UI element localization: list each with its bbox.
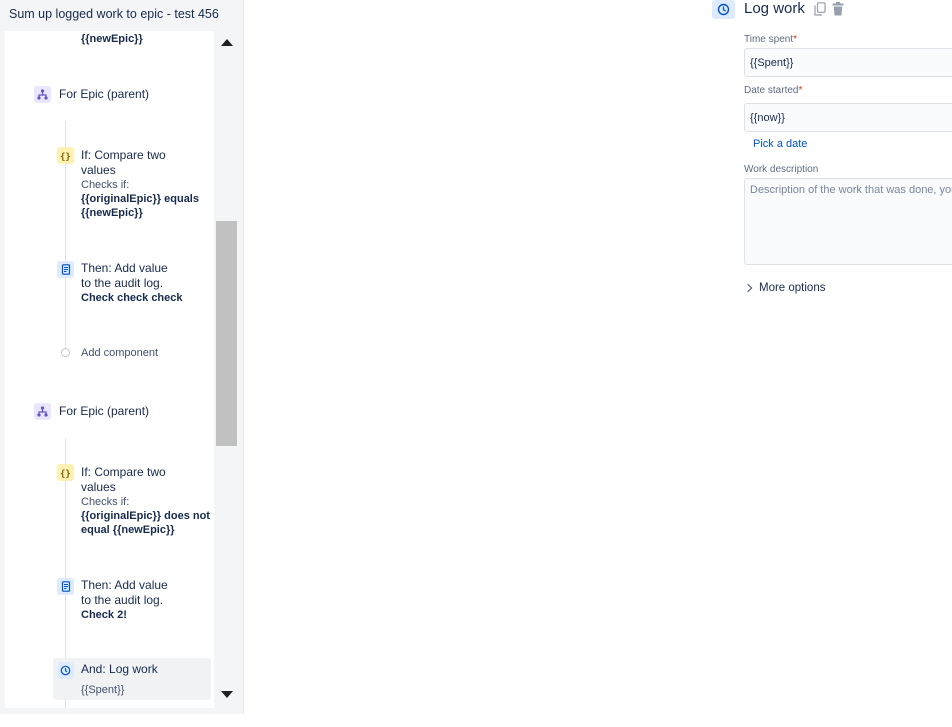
rule-title: Sum up logged work to epic - test 456 [9, 7, 219, 21]
condition-expr2: equal {{newEpic}} [81, 524, 175, 536]
log-work-title: Log work [744, 0, 805, 17]
add-component-label: Add component [81, 347, 159, 359]
condition-expr1: {{originalEpic}} equals [81, 193, 199, 205]
condition-compare-2[interactable]: {} If: Compare two values Checks if: {{o… [5, 464, 214, 539]
rule-panel: Sum up logged work to epic - test 456 {{… [0, 0, 244, 714]
date-started-label: Date started* [744, 85, 803, 96]
chevron-right-icon [743, 283, 753, 293]
action-line2: to the audit log. [81, 276, 164, 290]
action-audit-log-2[interactable]: Then: Add value to the audit log. Check … [5, 577, 214, 627]
required-marker: * [793, 34, 797, 45]
branch-icon [34, 403, 51, 420]
condition-line2: values [81, 480, 116, 494]
time-spent-label: Time spent* [744, 34, 797, 45]
more-options-toggle[interactable]: More options [743, 282, 826, 294]
action-line1: Then: Add value [81, 578, 168, 592]
pick-a-date-link[interactable]: Pick a date [753, 138, 807, 150]
action-line2: to the audit log. [81, 593, 164, 607]
svg-text:{}: {} [60, 152, 71, 161]
rule-component-list[interactable]: {{newEpic}} For Epic (parent) {} If: Com… [5, 31, 214, 708]
action-detail: Check check check [81, 292, 183, 304]
condition-compare-1[interactable]: {} If: Compare two values Checks if: {{o… [5, 147, 214, 222]
branch-for-epic-1[interactable]: For Epic (parent) [5, 85, 214, 105]
branch-icon [34, 86, 51, 103]
action-audit-log-1[interactable]: Then: Add value to the audit log. Check … [5, 260, 214, 310]
braces-icon: {} [57, 147, 74, 164]
audit-log-icon [57, 261, 74, 278]
condition-line1: If: Compare two [81, 148, 166, 162]
scroll-thumb[interactable] [216, 221, 237, 446]
scroll-down-arrow-icon[interactable] [221, 691, 233, 698]
trash-icon[interactable] [831, 1, 845, 16]
more-options-label: More options [759, 282, 826, 294]
clock-icon [712, 0, 735, 19]
previous-condition-fragment: {{newEpic}} [81, 33, 143, 45]
add-component-dot-icon [61, 348, 70, 357]
svg-text:{}: {} [60, 469, 71, 478]
date-started-input[interactable] [744, 103, 952, 132]
copy-icon[interactable] [813, 1, 827, 16]
condition-line2: values [81, 163, 116, 177]
action-line1: And: Log work [81, 662, 158, 676]
audit-log-icon [57, 578, 74, 595]
time-spent-input[interactable] [744, 48, 952, 77]
condition-line1: If: Compare two [81, 465, 166, 479]
braces-icon: {} [57, 464, 74, 481]
work-description-label: Work description [744, 164, 819, 175]
action-log-work[interactable]: And: Log work {{Spent}} [5, 661, 214, 701]
condition-checks: Checks if: [81, 496, 130, 508]
branch-for-epic-2[interactable]: For Epic (parent) [5, 402, 214, 422]
scroll-up-arrow-icon[interactable] [221, 39, 233, 46]
required-marker: * [798, 85, 803, 96]
branch-label: For Epic (parent) [59, 87, 150, 101]
work-description-textarea[interactable]: Description of the work that was done, y… [744, 178, 952, 265]
action-detail: Check 2! [81, 609, 127, 621]
action-line1: Then: Add value [81, 261, 168, 275]
clock-icon [57, 662, 74, 679]
action-detail: {{Spent}} [81, 684, 125, 696]
branch-label: For Epic (parent) [59, 404, 150, 418]
add-component-button[interactable]: Add component [5, 345, 214, 361]
rule-list-scrollbar[interactable] [216, 31, 238, 708]
condition-checks: Checks if: [81, 179, 130, 191]
condition-expr2: {{newEpic}} [81, 207, 143, 219]
condition-expr1: {{originalEpic}} does not [81, 510, 210, 522]
